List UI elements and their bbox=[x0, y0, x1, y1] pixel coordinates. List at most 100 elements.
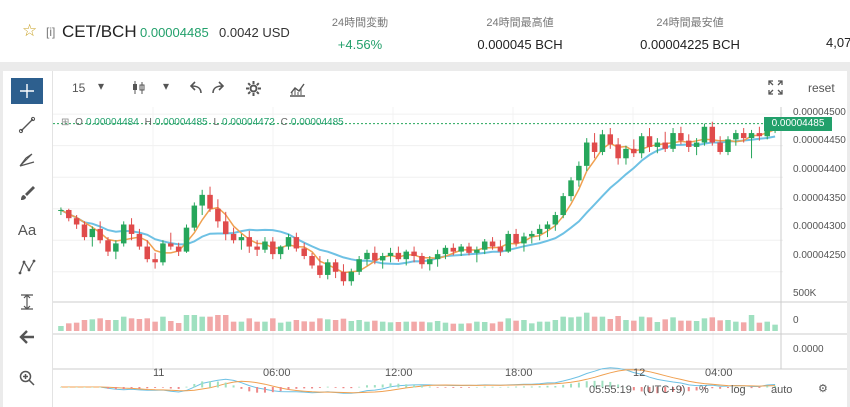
volume-bar bbox=[97, 318, 103, 331]
macd-histogram-bar bbox=[538, 386, 541, 388]
macd-histogram-bar bbox=[491, 386, 494, 388]
volume-bar bbox=[222, 315, 229, 331]
volume-bar bbox=[748, 315, 755, 331]
interval-chevron-down-icon[interactable]: ▾ bbox=[98, 79, 104, 93]
candle-body bbox=[591, 142, 598, 152]
macd-histogram-bar bbox=[295, 387, 298, 389]
candle-body bbox=[144, 246, 150, 260]
y-tick: 0.00004450 bbox=[793, 135, 846, 146]
macd-histogram-bar bbox=[758, 387, 761, 388]
volume-bar bbox=[686, 320, 692, 331]
candle-body bbox=[387, 252, 394, 257]
macd-histogram-bar bbox=[263, 387, 266, 393]
volume-bar bbox=[434, 321, 441, 331]
timezone[interactable]: (UTC+9) bbox=[643, 384, 685, 396]
chart-toolbar: 15 ▾ ▾ reset bbox=[53, 71, 847, 107]
candle-body bbox=[615, 144, 621, 159]
volume-bar bbox=[450, 323, 457, 331]
volume-bar bbox=[497, 321, 504, 331]
settings-gear-icon[interactable] bbox=[245, 80, 262, 100]
fullscreen-icon[interactable] bbox=[767, 79, 784, 99]
measure-tool-icon[interactable] bbox=[11, 289, 43, 315]
volume-bar bbox=[560, 316, 566, 331]
reset-button[interactable]: reset bbox=[808, 81, 835, 95]
volume-bar bbox=[662, 319, 668, 331]
volume-bar bbox=[285, 321, 292, 331]
volume-bar bbox=[168, 321, 174, 331]
macd-histogram-bar bbox=[161, 387, 164, 388]
text-tool-icon[interactable]: Aa bbox=[11, 217, 43, 243]
macd-histogram-bar bbox=[460, 387, 463, 388]
redo-icon[interactable] bbox=[210, 80, 227, 100]
y-tick: 0.00004500 bbox=[793, 107, 846, 118]
chart-panel: Aa 15 ▾ ▾ reset ⊞ O 0.00004484 H 0.00004… bbox=[3, 71, 847, 407]
volume-bar bbox=[160, 316, 166, 331]
legend-toggle-icon[interactable]: ⊞ bbox=[61, 117, 69, 128]
candle-body bbox=[552, 215, 559, 225]
zoom-in-icon[interactable] bbox=[11, 365, 43, 391]
candle-body bbox=[89, 228, 96, 238]
candle-body bbox=[246, 237, 253, 247]
macd-histogram-bar bbox=[436, 387, 439, 388]
trend-line-tool-icon[interactable] bbox=[11, 112, 43, 138]
log-toggle[interactable]: log bbox=[731, 384, 746, 396]
crosshair-tool-icon[interactable] bbox=[11, 78, 43, 104]
truncated-volume: 4,07 bbox=[826, 35, 850, 50]
candle-body bbox=[254, 246, 260, 250]
volume-bar bbox=[113, 320, 119, 331]
volume-bar bbox=[607, 319, 614, 331]
macd-histogram-bar bbox=[193, 383, 196, 388]
candle-body bbox=[631, 148, 637, 154]
macd-histogram-bar bbox=[224, 382, 227, 388]
pitchfork-tool-icon[interactable] bbox=[11, 146, 43, 172]
percent-toggle[interactable]: % bbox=[699, 384, 709, 396]
volume-bar bbox=[529, 323, 535, 331]
volume-bar bbox=[521, 320, 527, 331]
candle-body bbox=[73, 218, 80, 225]
candle-body bbox=[576, 165, 582, 181]
auto-toggle[interactable]: auto bbox=[771, 384, 792, 396]
candle-body bbox=[379, 256, 386, 261]
volume-bar bbox=[301, 321, 307, 331]
candle-body bbox=[81, 224, 88, 238]
macd-histogram-bar bbox=[256, 387, 259, 393]
macd-histogram-bar bbox=[530, 386, 533, 388]
high-label: H bbox=[144, 117, 152, 128]
price-chart[interactable] bbox=[53, 107, 847, 407]
macd-histogram-bar bbox=[248, 387, 251, 392]
macd-histogram-bar bbox=[358, 386, 361, 388]
candle-body bbox=[332, 262, 339, 272]
y-tick: 0.00004300 bbox=[793, 221, 846, 232]
candle-body bbox=[646, 136, 653, 147]
candle-body bbox=[686, 140, 692, 147]
favorite-star-icon[interactable]: ☆ bbox=[22, 22, 37, 39]
macd-histogram-bar bbox=[334, 387, 337, 388]
candle-body bbox=[340, 271, 347, 282]
info-tag: [i] bbox=[46, 25, 56, 39]
interval-select[interactable]: 15 bbox=[72, 81, 85, 95]
candle-body bbox=[356, 259, 362, 272]
macd-histogram-bar bbox=[365, 385, 368, 388]
pattern-tool-icon[interactable] bbox=[11, 254, 43, 280]
volume-bar bbox=[615, 316, 621, 331]
candle-body bbox=[238, 237, 245, 241]
volume-bar bbox=[395, 322, 402, 331]
candle-body bbox=[364, 252, 370, 260]
volume-bar bbox=[191, 315, 198, 331]
macd-histogram-bar bbox=[766, 386, 769, 388]
candle-body bbox=[120, 224, 127, 244]
macd-histogram-bar bbox=[413, 384, 416, 388]
undo-icon[interactable] bbox=[187, 80, 204, 100]
candle-body bbox=[505, 233, 511, 252]
last-price: 0.00004485 bbox=[140, 25, 209, 40]
macd-histogram-bar bbox=[381, 384, 384, 388]
trading-pair: CET/BCH bbox=[62, 22, 137, 41]
chart-type-chevron-down-icon[interactable]: ▾ bbox=[163, 79, 169, 93]
candle-body bbox=[693, 142, 700, 147]
indicators-icon[interactable] bbox=[289, 80, 306, 100]
brush-tool-icon[interactable] bbox=[11, 180, 43, 206]
x-tick: 11 bbox=[153, 367, 165, 379]
back-arrow-icon[interactable] bbox=[11, 324, 43, 350]
candlestick-type-icon[interactable] bbox=[130, 79, 147, 99]
chart-settings-gear-icon[interactable]: ⚙ bbox=[818, 382, 828, 395]
